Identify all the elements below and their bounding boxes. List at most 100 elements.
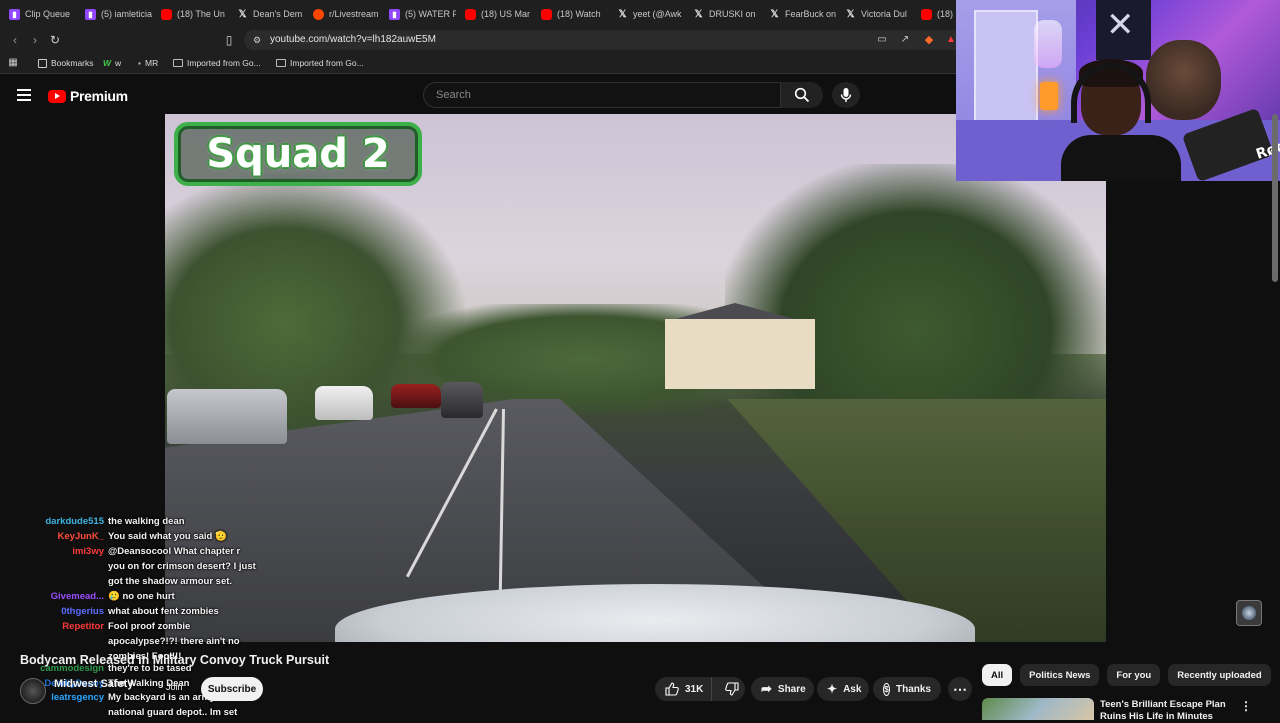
chat-message: KeyJunK_ You said what you said 🫡: [0, 529, 227, 544]
webcam-light: [1034, 20, 1062, 68]
folder-icon: [173, 59, 183, 67]
browser-tab[interactable]: 𝕏yeet (@Awk: [608, 0, 684, 28]
browser-tab[interactable]: r/Livestream: [304, 0, 380, 28]
chat-message: 0thgerius what about fent zombies: [0, 604, 219, 619]
browser-tab[interactable]: 𝕏 DRUSKI on: [684, 0, 760, 28]
browser-tab[interactable]: ▮ (5) iamleticia: [76, 0, 152, 28]
chat-text: Fool proof zombie: [108, 621, 191, 632]
recommendation-menu-icon[interactable]: ⋮: [1240, 699, 1252, 713]
youtube-play-icon: [48, 89, 66, 103]
join-button[interactable]: Join: [166, 682, 183, 692]
search-button[interactable]: [781, 82, 823, 108]
browser-tab-title: r/Livestream: [329, 9, 379, 19]
browser-tab-title: yeet (@Awk: [633, 9, 682, 19]
reload-icon[interactable]: ↻: [48, 33, 62, 47]
back-icon[interactable]: ‹: [8, 33, 22, 47]
chat-message: you on for crimson desert? I just: [0, 559, 256, 574]
lead-truck: [441, 382, 483, 418]
bookmark-item-w[interactable]: W w: [103, 58, 121, 68]
chip-for-you[interactable]: For you: [1107, 664, 1161, 686]
share-button[interactable]: ➦ Share: [751, 677, 814, 701]
browser-tab[interactable]: ▮ Clip Queue: [0, 0, 76, 28]
more-actions-icon[interactable]: ⋯: [948, 677, 972, 701]
share-page-icon[interactable]: ↗: [898, 33, 912, 47]
share-label: Share: [777, 683, 806, 695]
recommendation-thumbnail[interactable]: [982, 698, 1094, 720]
subscribe-button[interactable]: Subscribe: [201, 677, 263, 701]
folder-icon: [276, 59, 286, 67]
channel-avatar[interactable]: [20, 678, 46, 704]
x-favicon-icon: 𝕏: [618, 8, 627, 20]
chat-username: Givemead...: [50, 591, 104, 602]
menu-icon[interactable]: [17, 89, 31, 101]
page-scrollbar[interactable]: [1272, 114, 1278, 282]
like-button[interactable]: 31K: [655, 677, 713, 701]
channel-watermark-icon[interactable]: [1236, 600, 1262, 626]
chip-politics-news[interactable]: Politics News: [1020, 664, 1100, 686]
forward-icon[interactable]: ›: [28, 33, 42, 47]
browser-tab[interactable]: 𝕏 FearBuck on: [760, 0, 836, 28]
parked-car: [315, 386, 373, 420]
thanks-label: Thanks: [895, 683, 931, 695]
webcam-poster: [1096, 0, 1151, 60]
browser-tab-title: (5) iamleticia: [101, 9, 152, 19]
chat-message: imi3wy @Deansocool What chapter r: [0, 544, 240, 559]
yt-favicon-icon: [465, 8, 476, 20]
browser-tab[interactable]: ▮ (5) WATER F: [380, 0, 456, 28]
squad-overlay-badge: Squad 2: [174, 122, 422, 186]
chat-text: You said what you said 🫡: [108, 531, 227, 542]
browser-tab-title: Clip Queue: [25, 9, 71, 19]
ask-label: Ask: [843, 683, 862, 695]
thanks-icon: $: [883, 682, 890, 696]
yt-favicon-icon: [161, 8, 172, 20]
chat-text: what about fent zombies: [108, 606, 219, 617]
search-input[interactable]: [434, 88, 758, 102]
browser-tab[interactable]: (18) Watch: [532, 0, 608, 28]
channel-name[interactable]: Midwest Safety: [54, 678, 133, 690]
twitch-favicon-icon: ▮: [389, 8, 400, 20]
chat-text: got the shadow armour set.: [108, 576, 233, 587]
browser-tab[interactable]: (18) US Mar: [456, 0, 532, 28]
chat-username: KeyJunK_: [57, 531, 104, 542]
cast-icon[interactable]: ▭: [875, 33, 889, 47]
voice-search-button[interactable]: [832, 82, 860, 108]
recommendation-title[interactable]: Teen's Brilliant Escape Plan Ruins His L…: [1100, 699, 1235, 723]
logo-premium-label: Premium: [70, 88, 128, 104]
twitch-favicon-icon: ▮: [9, 8, 20, 20]
search-box: [423, 82, 781, 108]
chip-all[interactable]: All: [982, 664, 1013, 686]
bookmark-label: Bookmarks: [51, 58, 94, 68]
bookmark-page-icon[interactable]: ▯: [222, 33, 236, 47]
dislike-button[interactable]: [718, 677, 745, 701]
browser-tab[interactable]: (18) The Un: [152, 0, 228, 28]
reddit-favicon-icon: [313, 8, 324, 20]
sparkle-icon: ✦: [827, 682, 838, 696]
chip-recently-uploaded[interactable]: Recently uploaded: [1168, 664, 1271, 686]
bookmark-item-bookmarks[interactable]: Bookmarks: [38, 58, 94, 68]
chat-username: imi3wy: [72, 546, 104, 557]
thanks-button[interactable]: $ Thanks: [873, 677, 941, 701]
video-player[interactable]: Squad 2: [165, 114, 1106, 642]
brave-shield-icon[interactable]: ◆: [922, 33, 936, 47]
bookmark-folder-imported-1[interactable]: Imported from Go...: [173, 58, 261, 68]
bookmark-folder-imported-2[interactable]: Imported from Go...: [276, 58, 364, 68]
chat-message: got the shadow armour set.: [0, 574, 232, 589]
search-icon: [794, 87, 810, 103]
chat-text: the walking dean: [108, 516, 185, 527]
ask-button[interactable]: ✦ Ask: [817, 677, 869, 701]
browser-tab-title: (5) WATER F: [405, 9, 456, 19]
browser-tab-title: FearBuck on: [785, 9, 836, 19]
video-title: Bodycam Released in Military Convoy Truc…: [20, 653, 330, 667]
apps-grid-icon[interactable]: ▦: [6, 56, 20, 70]
browser-tab[interactable]: 𝕏 Dean's Dem: [228, 0, 304, 28]
browser-tab-title: (18) Watch: [557, 9, 601, 19]
youtube-logo[interactable]: Premium: [48, 88, 128, 104]
chat-username: darkdude515: [45, 516, 104, 527]
bookmark-item-mr[interactable]: ▪ MR: [138, 58, 158, 68]
like-count: 31K: [685, 683, 704, 695]
chat-text: 🥲 no one hurt: [108, 591, 175, 602]
browser-tab[interactable]: 𝕏 Victoria Dul: [836, 0, 912, 28]
parked-car: [391, 384, 441, 408]
x-favicon-icon: 𝕏: [770, 8, 779, 20]
site-info-icon[interactable]: ⚙: [250, 33, 264, 47]
